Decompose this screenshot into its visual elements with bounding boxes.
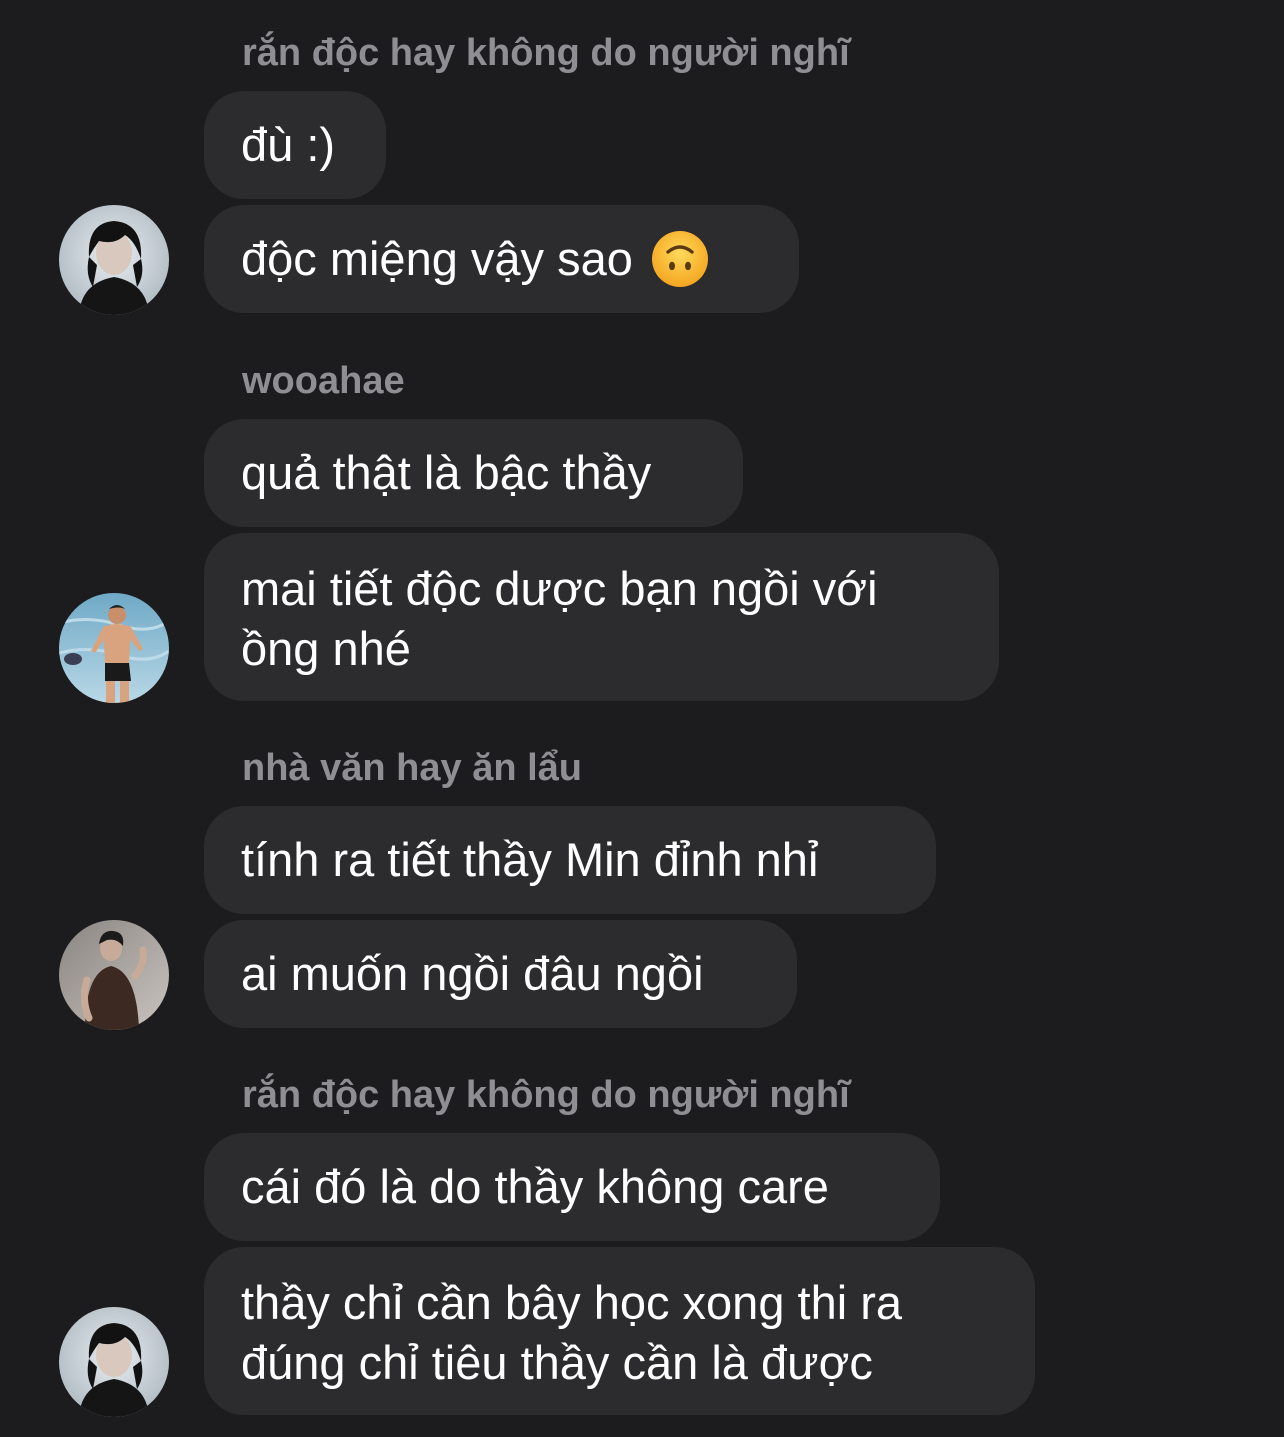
avatar[interactable] xyxy=(59,593,169,703)
message-text: cái đó là do thầy không care xyxy=(241,1160,829,1213)
message-text: độc miệng vậy sao xyxy=(241,232,633,285)
avatar[interactable] xyxy=(59,1307,169,1417)
chat-transcript: rắn độc hay không do người nghĩ đù :) độ… xyxy=(0,0,1284,1437)
message-text: quả thật là bậc thầy xyxy=(241,446,652,499)
message-text: tính ra tiết thầy Min đỉnh nhỉ xyxy=(241,833,819,886)
message-text: đù :) xyxy=(241,118,336,171)
message-bubble[interactable]: cái đó là do thầy không care xyxy=(204,1133,940,1241)
avatar[interactable] xyxy=(59,920,169,1030)
message-bubble[interactable]: tính ra tiết thầy Min đỉnh nhỉ xyxy=(204,806,936,914)
message-bubble[interactable]: ai muốn ngồi đâu ngồi xyxy=(204,920,797,1028)
avatar-dark-hair-portrait-icon xyxy=(59,1307,169,1417)
message-bubble[interactable]: quả thật là bậc thầy xyxy=(204,419,743,527)
avatar-brown-shirt-photo-icon xyxy=(59,920,169,1030)
message-text: ai muốn ngồi đâu ngồi xyxy=(241,947,704,1000)
message-bubble[interactable]: độc miệng vậy sao xyxy=(204,205,799,313)
upside-down-face-emoji xyxy=(651,231,708,287)
message-text: mai tiết độc dược bạn ngồi với ồng nhé xyxy=(241,562,878,675)
avatar[interactable] xyxy=(59,205,169,315)
sender-name: wooahae xyxy=(242,360,405,402)
message-text: thầy chỉ cần bây học xong thi ra đúng ch… xyxy=(241,1276,903,1389)
sender-name: rắn độc hay không do người nghĩ xyxy=(242,32,850,74)
message-bubble[interactable]: thầy chỉ cần bây học xong thi ra đúng ch… xyxy=(204,1247,1035,1415)
sender-name: nhà văn hay ăn lẩu xyxy=(242,747,582,789)
avatar-beach-photo-icon xyxy=(59,593,169,703)
sender-name: rắn độc hay không do người nghĩ xyxy=(242,1074,850,1116)
message-bubble[interactable]: mai tiết độc dược bạn ngồi với ồng nhé xyxy=(204,533,999,701)
avatar-dark-hair-portrait-icon xyxy=(59,205,169,315)
message-bubble[interactable]: đù :) xyxy=(204,91,386,199)
